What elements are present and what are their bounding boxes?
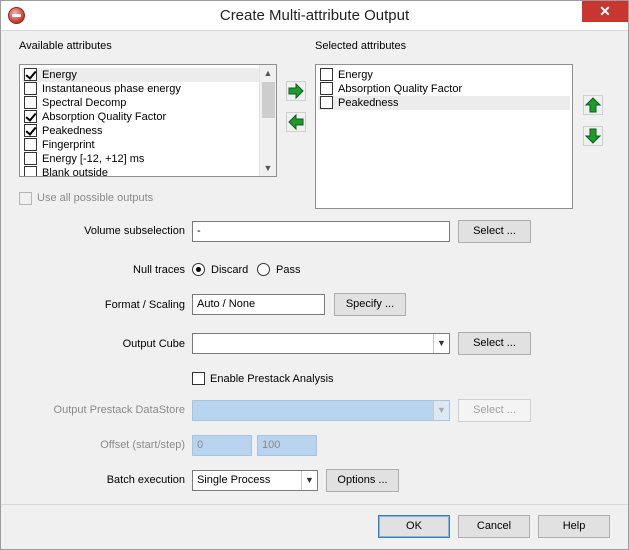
- list-item[interactable]: Peakedness: [318, 96, 570, 110]
- list-item-label: Absorption Quality Factor: [42, 111, 167, 123]
- help-button[interactable]: Help: [538, 515, 610, 538]
- selected-attributes-list[interactable]: Energy Absorption Quality Factor Peakedn…: [315, 64, 573, 209]
- checkbox[interactable]: [24, 138, 37, 151]
- checkbox[interactable]: [320, 82, 333, 95]
- offset-start-field[interactable]: 0: [192, 435, 252, 456]
- options-button[interactable]: Options ...: [326, 469, 399, 492]
- batch-execution-combo[interactable]: Single Process ▼: [192, 470, 318, 491]
- offset-step-field[interactable]: 100: [257, 435, 317, 456]
- format-scaling-field[interactable]: Auto / None: [192, 294, 325, 315]
- remove-attribute-button[interactable]: [286, 112, 306, 132]
- output-cube-label: Output Cube: [122, 338, 185, 350]
- list-item-label: Blank outside: [42, 167, 109, 177]
- null-traces-label: Null traces: [133, 264, 185, 276]
- move-down-button[interactable]: [583, 126, 603, 146]
- arrow-right-icon: [288, 82, 304, 100]
- scrollbar[interactable]: ▲ ▼: [259, 65, 276, 176]
- ok-button[interactable]: OK: [378, 515, 450, 538]
- list-item-label: Instantaneous phase energy: [42, 83, 181, 95]
- available-attributes-list[interactable]: Energy Instantaneous phase energy Spectr…: [19, 64, 277, 177]
- arrow-down-icon: [584, 128, 602, 144]
- checkbox[interactable]: [24, 110, 37, 123]
- format-scaling-label: Format / Scaling: [104, 299, 185, 311]
- list-item-label: Peakedness: [42, 125, 103, 137]
- pass-radio[interactable]: [257, 263, 270, 276]
- footer-separator: [1, 504, 628, 505]
- cancel-button[interactable]: Cancel: [458, 515, 530, 538]
- pass-label: Pass: [276, 264, 301, 276]
- chevron-down-icon[interactable]: ▼: [433, 334, 449, 353]
- scroll-down-icon[interactable]: ▼: [260, 160, 276, 176]
- list-item-label: Absorption Quality Factor: [338, 83, 463, 95]
- volume-subselection-field[interactable]: -: [192, 221, 450, 242]
- prestack-label: Enable Prestack Analysis: [210, 373, 334, 385]
- chevron-down-icon[interactable]: ▼: [301, 471, 317, 490]
- discard-label: Discard: [211, 264, 249, 276]
- discard-radio[interactable]: [192, 263, 205, 276]
- volume-subselection-label: Volume subselection: [84, 225, 185, 237]
- available-attributes-heading: Available attributes: [19, 40, 112, 52]
- checkbox[interactable]: [24, 68, 37, 81]
- datastore-combo[interactable]: ▼: [192, 400, 450, 421]
- checkbox[interactable]: [24, 96, 37, 109]
- checkbox[interactable]: [24, 166, 37, 176]
- list-item-label: Peakedness: [338, 97, 399, 109]
- dialog-window: Create Multi-attribute Output ✕ Availabl…: [0, 0, 629, 550]
- use-all-label: Use all possible outputs: [37, 192, 154, 204]
- add-attribute-button[interactable]: [286, 81, 306, 101]
- scroll-thumb[interactable]: [262, 82, 275, 118]
- list-item[interactable]: Energy: [22, 68, 259, 82]
- checkbox[interactable]: [320, 96, 333, 109]
- datastore-select-button[interactable]: Select ...: [458, 399, 531, 422]
- arrow-up-icon: [584, 97, 602, 113]
- batch-execution-label: Batch execution: [106, 474, 185, 486]
- checkbox[interactable]: [24, 124, 37, 137]
- list-item-label: Spectral Decomp: [42, 97, 127, 109]
- list-item-label: Fingerprint: [42, 139, 95, 151]
- move-up-button[interactable]: [583, 95, 603, 115]
- specify-button[interactable]: Specify ...: [334, 293, 406, 316]
- arrow-left-icon: [288, 113, 304, 131]
- selected-attributes-heading: Selected attributes: [315, 40, 407, 52]
- checkbox[interactable]: [320, 68, 333, 81]
- datastore-label: Output Prestack DataStore: [53, 404, 185, 416]
- volume-select-button[interactable]: Select ...: [458, 220, 531, 243]
- list-item-label: Energy: [338, 69, 373, 81]
- prestack-checkbox[interactable]: [192, 372, 205, 385]
- close-button[interactable]: ✕: [582, 1, 628, 22]
- use-all-checkbox[interactable]: [19, 192, 32, 205]
- checkbox[interactable]: [24, 152, 37, 165]
- output-cube-combo[interactable]: ▼: [192, 333, 450, 354]
- list-item-label: Energy [-12, +12] ms: [42, 153, 145, 165]
- title-bar: Create Multi-attribute Output ✕: [1, 1, 628, 31]
- checkbox[interactable]: [24, 82, 37, 95]
- list-item-label: Energy: [42, 69, 77, 81]
- scroll-up-icon[interactable]: ▲: [260, 65, 276, 81]
- window-title: Create Multi-attribute Output: [219, 7, 410, 24]
- chevron-down-icon[interactable]: ▼: [433, 401, 449, 420]
- offset-label: Offset (start/step): [100, 439, 185, 451]
- batch-execution-value: Single Process: [197, 474, 271, 486]
- output-cube-select-button[interactable]: Select ...: [458, 332, 531, 355]
